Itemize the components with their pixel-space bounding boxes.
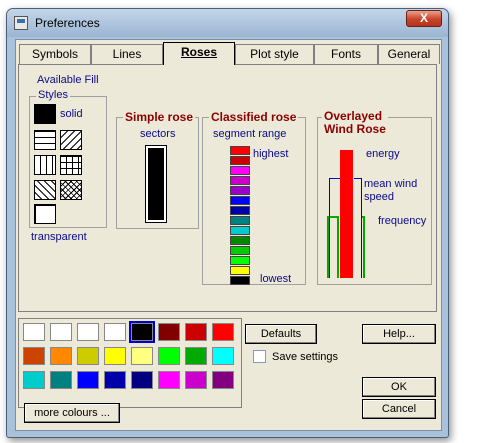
palette-color-23[interactable] (212, 371, 234, 389)
palette-color-20[interactable] (131, 371, 153, 389)
palette-color-11[interactable] (104, 347, 126, 365)
palette-color-1[interactable] (50, 323, 72, 341)
colour-palette (18, 318, 242, 408)
palette-color-17[interactable] (50, 371, 72, 389)
roses-panel: Available Fill Styles solid transparent … (18, 64, 437, 312)
close-button[interactable]: X (406, 10, 442, 27)
defaults-button[interactable]: Defaults (245, 324, 317, 344)
energy-bar (340, 150, 353, 278)
segment-color-11[interactable] (230, 256, 250, 265)
title-bar[interactable]: Preferences X (7, 9, 448, 37)
palette-color-4[interactable] (129, 321, 155, 343)
fill-style-cross[interactable] (60, 155, 82, 175)
window-title: Preferences (35, 16, 100, 30)
segment-color-1[interactable] (230, 156, 250, 165)
palette-color-5[interactable] (158, 323, 180, 341)
palette-color-22[interactable] (185, 371, 207, 389)
preferences-window: Preferences X Symbols Lines Roses Plot s… (6, 8, 449, 438)
segment-color-6[interactable] (230, 206, 250, 215)
overlayed-title-line2: Wind Rose (324, 122, 386, 136)
segment-color-13[interactable] (230, 276, 250, 285)
sectors-swatch-frame[interactable] (145, 145, 167, 223)
palette-color-15[interactable] (212, 347, 234, 365)
segment-color-12[interactable] (230, 266, 250, 275)
palette-color-18[interactable] (77, 371, 99, 389)
fill-style-solid[interactable] (34, 104, 56, 124)
fill-style-diagonal-cross[interactable] (60, 180, 82, 200)
palette-color-16[interactable] (23, 371, 45, 389)
palette-color-9[interactable] (50, 347, 72, 365)
simple-rose-group: Simple rose sectors (116, 110, 199, 229)
tab-plot-style[interactable]: Plot style (235, 44, 314, 64)
tab-lines[interactable]: Lines (91, 44, 163, 64)
palette-color-19[interactable] (104, 371, 126, 389)
segment-color-2[interactable] (230, 166, 250, 175)
palette-color-3[interactable] (104, 323, 126, 341)
frequency-label: frequency (378, 215, 427, 227)
tab-fonts[interactable]: Fonts (314, 44, 378, 64)
fill-style-diagonal-down[interactable] (34, 180, 56, 200)
tab-symbols[interactable]: Symbols (19, 44, 91, 64)
overlayed-rose-title: Overlayed Wind Rose (322, 110, 388, 136)
segment-color-5[interactable] (230, 196, 250, 205)
sectors-swatch (148, 148, 164, 220)
palette-color-2[interactable] (77, 323, 99, 341)
styles-group: Styles solid (29, 89, 107, 228)
mean-speed-bar-right (354, 178, 362, 278)
speed-label: speed (364, 191, 394, 203)
app-icon (14, 16, 28, 30)
palette-color-12[interactable] (131, 347, 153, 365)
segment-range-label: segment range (213, 128, 287, 140)
styles-label: Styles (36, 89, 70, 101)
energy-label: energy (366, 148, 400, 160)
help-button[interactable]: Help... (362, 324, 436, 344)
segment-color-4[interactable] (230, 186, 250, 195)
segment-color-0[interactable] (230, 146, 250, 155)
cancel-button[interactable]: Cancel (362, 399, 436, 419)
segment-color-3[interactable] (230, 176, 250, 185)
highest-label: highest (253, 148, 289, 160)
available-fill-label: Available Fill (37, 74, 99, 86)
overlayed-rose-group: Overlayed Wind Rose energy mean wind spe… (317, 110, 432, 285)
segment-color-8[interactable] (230, 226, 250, 235)
fill-style-horizontal[interactable] (34, 130, 56, 150)
frequency-bar-right (362, 216, 365, 278)
fill-style-vertical[interactable] (34, 155, 56, 175)
segment-color-7[interactable] (230, 216, 250, 225)
lowest-label: lowest (260, 273, 292, 285)
classified-rose-group: Classified rose segment range highest lo… (202, 110, 306, 285)
palette-color-14[interactable] (185, 347, 207, 365)
palette-color-6[interactable] (185, 323, 207, 341)
classified-rose-title: Classified rose (209, 110, 299, 124)
more-colours-button[interactable]: more colours ... (24, 403, 120, 423)
palette-color-7[interactable] (212, 323, 234, 341)
palette-color-10[interactable] (77, 347, 99, 365)
mean-wind-label: mean wind (364, 178, 418, 190)
simple-rose-title: Simple rose (123, 110, 196, 124)
save-settings-checkbox[interactable] (253, 350, 266, 363)
fill-style-diagonal-up[interactable] (60, 130, 82, 150)
tab-general[interactable]: General (378, 44, 440, 64)
dialog-client: Symbols Lines Roses Plot style Fonts Gen… (15, 39, 442, 431)
ok-button[interactable]: OK (362, 377, 436, 397)
tab-roses[interactable]: Roses (163, 42, 235, 65)
transparent-label: transparent (31, 231, 87, 243)
palette-color-21[interactable] (158, 371, 180, 389)
palette-color-0[interactable] (23, 323, 45, 341)
sectors-label: sectors (140, 128, 176, 140)
solid-label: solid (60, 108, 83, 120)
save-settings-label: Save settings (272, 351, 339, 363)
fill-style-transparent[interactable] (34, 204, 56, 224)
overlay-bars[interactable] (324, 148, 365, 278)
palette-color-13[interactable] (158, 347, 180, 365)
segment-color-9[interactable] (230, 236, 250, 245)
segment-color-10[interactable] (230, 246, 250, 255)
palette-color-8[interactable] (23, 347, 45, 365)
